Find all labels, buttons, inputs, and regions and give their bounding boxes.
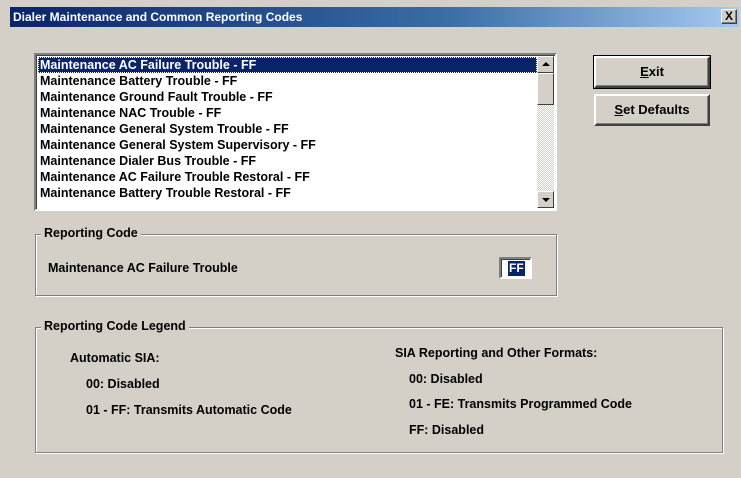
reporting-code-value: FF <box>508 261 525 276</box>
close-button[interactable]: X <box>721 9 737 24</box>
scroll-up-button[interactable] <box>537 56 554 73</box>
set-defaults-button[interactable]: Set Defaults <box>594 94 710 126</box>
list-scrollbar[interactable] <box>537 56 554 208</box>
arrow-down-icon <box>542 198 550 202</box>
reporting-code-legend-group: Reporting Code Legend Automatic SIA: 00:… <box>35 319 723 453</box>
other-formats-heading: SIA Reporting and Other Formats: <box>395 346 598 360</box>
list-item[interactable]: Maintenance AC Failure Trouble - FF <box>38 57 537 73</box>
list-item[interactable]: Maintenance Battery Trouble Restoral - F… <box>38 185 537 201</box>
exit-label: xit <box>648 64 664 79</box>
scroll-thumb[interactable] <box>537 73 554 105</box>
reporting-code-field[interactable]: FF <box>499 257 532 279</box>
other-formats-line3: FF: Disabled <box>409 423 485 437</box>
automatic-sia-heading: Automatic SIA: <box>70 351 160 365</box>
list-item[interactable]: Maintenance Dialer Bus Trouble - FF <box>38 153 537 169</box>
set-defaults-label: et Defaults <box>623 102 690 117</box>
automatic-sia-line1: 00: Disabled <box>86 377 160 391</box>
list-item[interactable]: Maintenance Ground Fault Trouble - FF <box>38 89 537 105</box>
reporting-code-group: Reporting Code Maintenance AC Failure Tr… <box>35 226 557 296</box>
legend-group-title: Reporting Code Legend <box>41 319 189 333</box>
arrow-up-icon <box>542 62 550 66</box>
scroll-down-button[interactable] <box>537 191 554 208</box>
title-bar: Dialer Maintenance and Common Reporting … <box>0 0 741 30</box>
reporting-code-item-label: Maintenance AC Failure Trouble <box>48 261 238 275</box>
exit-button[interactable]: Exit <box>593 55 711 89</box>
reporting-code-group-title: Reporting Code <box>41 226 141 240</box>
list-item[interactable]: Maintenance NAC Trouble - FF <box>38 105 537 121</box>
exit-mnemonic: E <box>640 64 649 79</box>
close-icon: X <box>724 9 733 23</box>
list-item[interactable]: Maintenance Battery Trouble - FF <box>38 73 537 89</box>
other-formats-line2: 01 - FE: Transmits Programmed Code <box>409 397 632 411</box>
list-items: Maintenance AC Failure Trouble - FF Maint… <box>38 57 537 201</box>
automatic-sia-line2: 01 - FF: Transmits Automatic Code <box>86 403 292 417</box>
list-item[interactable]: Maintenance General System Supervisory -… <box>38 137 537 153</box>
window-title: Dialer Maintenance and Common Reporting … <box>13 10 303 24</box>
reporting-codes-listbox[interactable]: Maintenance AC Failure Trouble - FF Maint… <box>34 53 557 211</box>
other-formats-line1: 00: Disabled <box>409 372 483 386</box>
title-bar-caption[interactable]: Dialer Maintenance and Common Reporting … <box>10 7 739 27</box>
set-defaults-mnemonic: S <box>614 102 624 117</box>
list-item[interactable]: Maintenance AC Failure Trouble Restoral … <box>38 169 537 185</box>
list-item[interactable]: Maintenance General System Trouble - FF <box>38 121 537 137</box>
